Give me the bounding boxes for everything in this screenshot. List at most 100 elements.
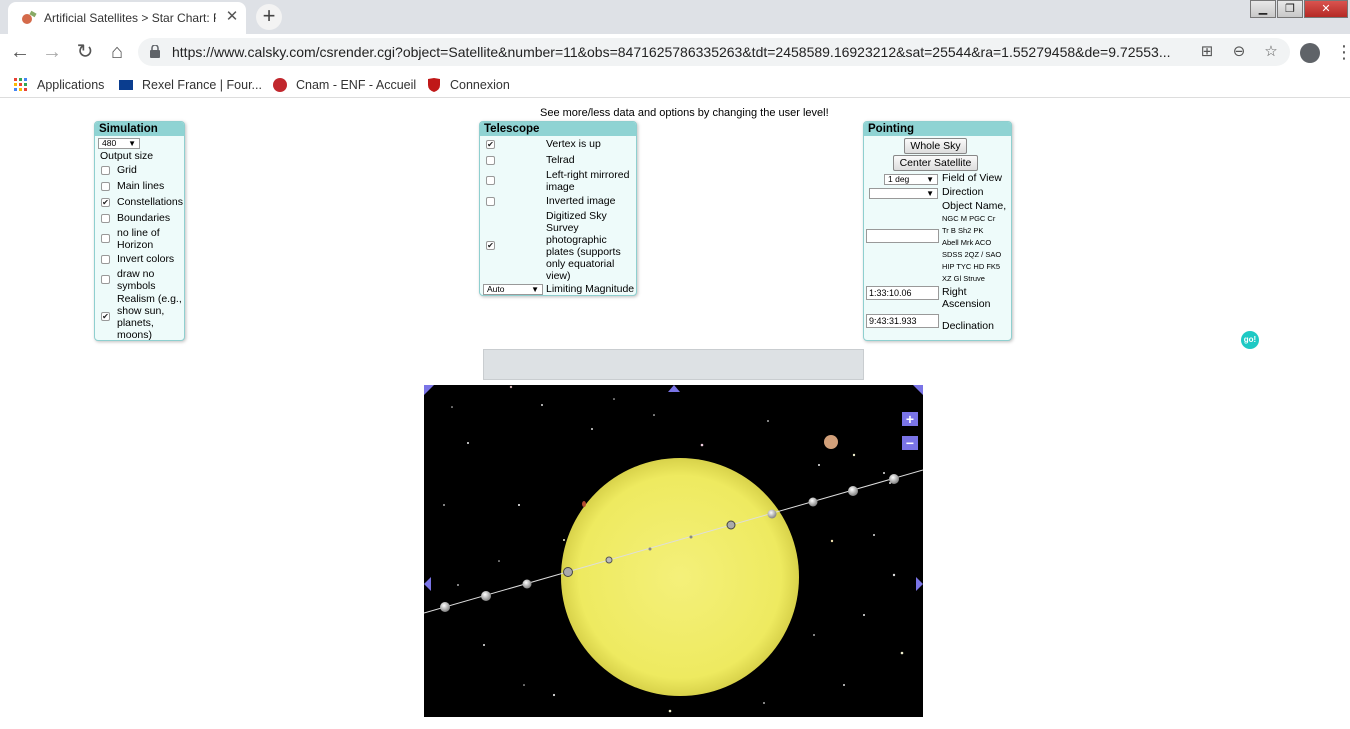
menu-kebab-icon[interactable]: ⋮ [1335,42,1350,62]
star-chart[interactable] [424,385,923,717]
window-close-button[interactable]: ✕ [1304,0,1348,18]
forward-icon[interactable]: → [40,40,64,64]
option-label: Invert colors [117,253,175,265]
declination-label: Declination [942,320,994,332]
pointing-panel: Pointing Whole Sky Center Satellite 1 de… [863,121,1012,341]
right-ascension-input[interactable]: 1:33:10.06 [866,286,939,300]
option-label: Inverted image [546,195,616,207]
fov-label: Field of View [942,172,1002,184]
option-label: Telrad [546,154,575,166]
direction-label: Direction [942,186,984,198]
center-satellite-button[interactable]: Center Satellite [893,155,978,171]
pointing-title: Pointing [864,122,1011,136]
translate-icon[interactable]: ⊞ [1198,43,1216,61]
sun-disk [561,458,799,696]
output-size-value: 480 [102,138,117,148]
catalog-line: NGC M PGC Cr [942,214,996,223]
option-label: Constellations [117,196,183,208]
catalog-line: XZ Gl Struve [942,274,985,283]
realism-checkbox[interactable]: ✔ [101,312,110,321]
vertex-up-checkbox[interactable]: ✔ [486,140,495,149]
no-symbols-checkbox[interactable] [101,275,110,284]
reload-icon[interactable]: ↻ [73,40,97,64]
zoom-in-button[interactable]: + [902,412,918,426]
satellite-favicon-icon [22,10,37,24]
catalog-line: Tr B Sh2 PK [942,226,984,235]
option-label: Left-right mirrored image [546,169,630,193]
back-icon[interactable]: ← [8,40,32,64]
output-size-label: Output size [100,150,154,162]
url-text: https://www.calsky.com/csrender.cgi?obje… [172,44,1171,60]
go-button[interactable]: go! [1241,331,1259,349]
bookmark-cnam[interactable]: Cnam - ENF - Accueil [272,76,416,94]
simulation-title: Simulation [95,122,184,136]
bookmark-label: Connexion [450,78,510,92]
simulation-panel: Simulation 480 ▼ Output size Grid Main li… [94,121,185,341]
cnam-logo-icon [273,78,287,92]
telrad-checkbox[interactable] [486,156,495,165]
option-label: Vertex is up [546,138,601,150]
catalog-line: SDSS 2QZ / SAO [942,250,1002,259]
boundaries-checkbox[interactable] [101,214,110,223]
bookmark-connexion[interactable]: Connexion [426,76,510,94]
field-of-view-select[interactable]: 1 deg ▼ [884,174,938,185]
star-chart-svg [424,385,923,713]
minimize-button[interactable]: ▁ [1250,0,1276,18]
bookmark-rexel[interactable]: Rexel France | Four... [118,76,262,94]
lock-icon [150,45,160,58]
bookmark-applications[interactable]: Applications [13,76,104,94]
tab-strip: Artificial Satellites > Star Chart: R ✕ … [0,0,1350,34]
browser-toolbar: ← → ↻ ⌂ https://www.calsky.com/csrender.… [0,34,1350,70]
option-label: Realism (e.g., show sun, planets, moons) [117,293,182,341]
telescope-title: Telescope [480,122,636,136]
limiting-magnitude-select[interactable]: Auto ▼ [483,284,543,295]
tab-title: Artificial Satellites > Star Chart: R [44,11,216,25]
output-size-select[interactable]: 480 ▼ [98,138,140,149]
option-label: no line of Horizon [117,227,160,251]
option-label: draw no symbols [117,268,156,292]
bookmark-label: Applications [37,78,105,92]
dropdown-arrow-icon: ▼ [128,139,136,148]
apps-grid-icon [14,78,27,91]
inverted-checkbox[interactable] [486,197,495,206]
catalog-line: Abell Mrk ACO [942,238,992,247]
home-icon[interactable]: ⌂ [105,40,129,64]
invert-colors-checkbox[interactable] [101,255,110,264]
tab-close-icon[interactable]: ✕ [224,9,240,25]
mirrored-checkbox[interactable] [486,176,495,185]
zoom-icon[interactable]: ⊖ [1230,43,1248,61]
object-name-input[interactable] [866,229,939,243]
dropdown-arrow-icon: ▼ [531,285,539,294]
limiting-magnitude-label: Limiting Magnitude [546,283,635,295]
direction-select[interactable]: ▼ [869,188,938,199]
maximize-button[interactable]: ❐ [1277,0,1303,18]
dropdown-arrow-icon: ▼ [926,175,934,184]
dropdown-arrow-icon: ▼ [926,189,934,198]
comment-textarea[interactable] [483,349,864,380]
planet-marker [824,435,838,449]
new-tab-button[interactable]: + [256,4,282,30]
option-label: Boundaries [117,212,171,224]
fov-value: 1 deg [888,174,910,184]
constellations-checkbox[interactable]: ✔ [101,198,110,207]
zoom-out-button[interactable]: − [902,436,918,450]
grid-checkbox[interactable] [101,166,110,175]
dss-checkbox[interactable]: ✔ [486,241,495,250]
catalog-line: HIP TYC HD FK5 [942,262,1001,271]
address-bar[interactable]: https://www.calsky.com/csrender.cgi?obje… [138,38,1290,66]
whole-sky-button[interactable]: Whole Sky [904,138,967,154]
main-lines-checkbox[interactable] [101,182,110,191]
bookmark-star-icon[interactable]: ☆ [1262,43,1280,61]
option-label: Digitized Sky Survey photographic plates… [546,210,621,282]
sunspot [582,501,586,507]
no-horizon-checkbox[interactable] [101,234,110,243]
telescope-panel: Telescope ✔ Vertex is up Telrad Left-rig… [479,121,637,296]
active-tab[interactable]: Artificial Satellites > Star Chart: R ✕ [8,2,246,34]
object-name-label: Object Name, [942,200,1007,212]
user-level-notice: See more/less data and options by changi… [540,107,829,119]
bookmark-label: Cnam - ENF - Accueil [296,78,417,92]
profile-avatar-icon[interactable] [1300,43,1320,63]
option-label: Grid [117,164,137,176]
declination-input[interactable]: 9:43:31.933 [866,314,939,328]
bookmarks-bar: Applications Rexel France | Four... Cnam… [0,70,1350,98]
